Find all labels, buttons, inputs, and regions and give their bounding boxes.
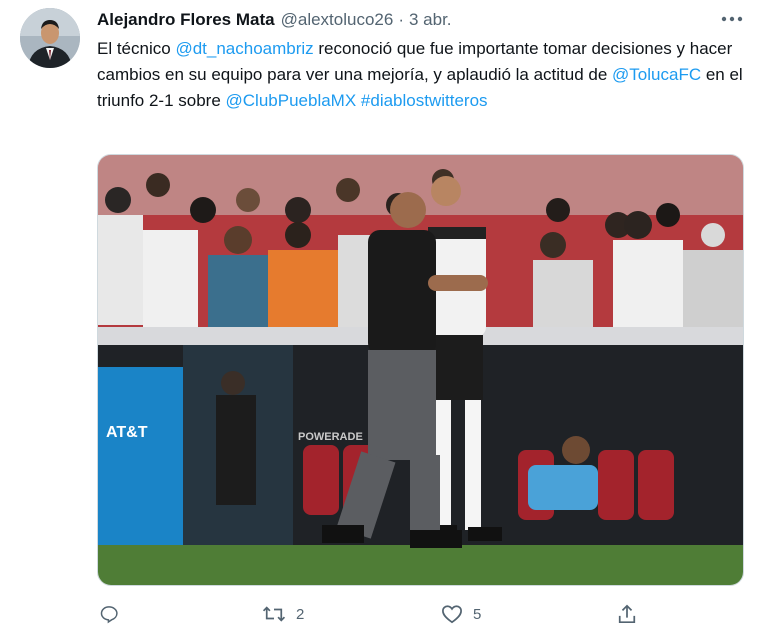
header-separator: · bbox=[398, 10, 404, 29]
retweet-icon bbox=[262, 606, 286, 622]
player-sitting-head bbox=[562, 436, 590, 464]
mention-link-clubpueblamx[interactable]: @ClubPueblaMX bbox=[226, 91, 357, 110]
retweet-count: 2 bbox=[296, 605, 305, 623]
staff-seated-head bbox=[221, 371, 245, 395]
more-dots-icon bbox=[721, 16, 743, 22]
like-button[interactable]: 5 bbox=[441, 601, 481, 627]
sponsor-banner bbox=[98, 367, 183, 547]
player-sitting-body bbox=[528, 465, 598, 510]
tweet-text: El técnico @dt_nachoambriz reconoció que… bbox=[97, 36, 757, 114]
tweet-text-intro: El técnico bbox=[97, 39, 176, 58]
tweet-date[interactable]: 3 abr. bbox=[409, 10, 452, 30]
pitch-grass bbox=[98, 545, 743, 585]
reply-icon bbox=[100, 606, 118, 624]
tweet-photo[interactable]: AT&T POWERADE bbox=[97, 154, 744, 586]
mention-link-tolucafc[interactable]: @TolucaFC bbox=[612, 65, 701, 84]
share-button[interactable] bbox=[617, 601, 637, 627]
tweet-card: Alejandro Flores Mata @alextoluco26 · 3 … bbox=[0, 0, 768, 633]
more-options-button[interactable] bbox=[718, 8, 746, 30]
author-name[interactable]: Alejandro Flores Mata bbox=[97, 10, 275, 30]
mention-link-nachoambriz[interactable]: @dt_nachoambriz bbox=[175, 39, 313, 58]
reply-button[interactable] bbox=[99, 601, 119, 627]
avatar-photo bbox=[20, 8, 80, 68]
like-count: 5 bbox=[473, 605, 482, 623]
tweet-actions: 2 5 bbox=[97, 601, 657, 627]
avatar[interactable] bbox=[20, 8, 80, 68]
tweet-header: Alejandro Flores Mata @alextoluco26 · 3 … bbox=[97, 9, 452, 31]
stadium-board-text: POWERADE bbox=[298, 431, 363, 443]
hashtag-link[interactable]: #diablostwitteros bbox=[361, 91, 488, 110]
author-handle[interactable]: @alextoluco26 bbox=[281, 10, 394, 30]
retweet-button[interactable]: 2 bbox=[262, 601, 304, 627]
sponsor-banner-text: AT&T bbox=[106, 424, 148, 441]
photo-scene: AT&T POWERADE bbox=[98, 155, 743, 585]
share-icon bbox=[618, 604, 636, 624]
heart-icon bbox=[442, 605, 462, 624]
staff-seated-body bbox=[216, 395, 256, 505]
